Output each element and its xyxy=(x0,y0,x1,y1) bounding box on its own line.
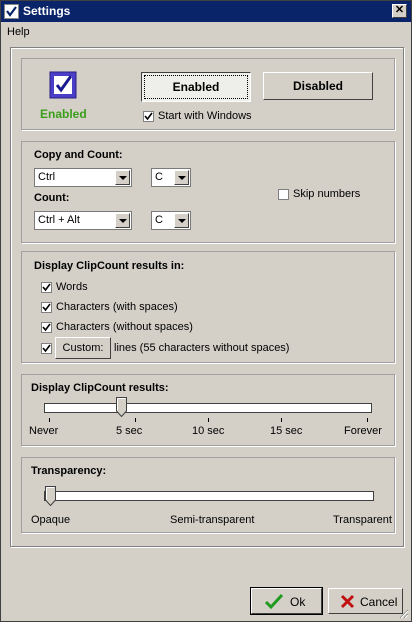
words-label: Words xyxy=(56,281,88,293)
settings-panel: Enabled Enabled Disabled Start with Wind… xyxy=(10,47,404,547)
copy-key-value: C xyxy=(155,171,163,183)
duration-tick-label: Never xyxy=(29,425,59,437)
skip-numbers-checkbox[interactable] xyxy=(278,189,289,200)
status-group: Enabled Enabled Disabled Start with Wind… xyxy=(21,58,395,130)
transparency-title: Transparency: xyxy=(31,465,107,477)
close-button[interactable]: ✕ xyxy=(392,4,407,18)
ok-button[interactable]: Ok xyxy=(250,587,323,615)
chevron-down-icon[interactable] xyxy=(174,213,189,228)
duration-tick xyxy=(134,418,136,422)
x-icon xyxy=(340,594,355,612)
settings-window: Settings ✕ Help Enabled Enabled Disabled… xyxy=(0,0,412,622)
count-title: Count: xyxy=(34,192,70,204)
duration-tick xyxy=(208,418,209,422)
display-in-title: Display ClipCount results in: xyxy=(34,260,185,272)
app-icon xyxy=(4,4,19,19)
chevron-down-icon[interactable] xyxy=(174,170,189,185)
duration-tick-label: 5 sec xyxy=(116,425,143,437)
transparency-slider-thumb[interactable] xyxy=(45,486,56,507)
duration-tick-label: Forever xyxy=(344,425,382,437)
chevron-down-icon[interactable] xyxy=(115,170,130,185)
resize-grip[interactable] xyxy=(397,607,409,619)
copy-key-select[interactable]: C xyxy=(151,168,191,187)
chars-with-spaces-checkbox[interactable] xyxy=(41,302,52,313)
transparency-slider-track[interactable] xyxy=(44,491,374,501)
count-modifier-select[interactable]: Ctrl + Alt xyxy=(34,211,132,230)
count-key-value: C xyxy=(155,214,163,226)
copy-modifier-select[interactable]: Ctrl xyxy=(34,168,132,187)
display-in-group: Display ClipCount results in: Words Char… xyxy=(21,251,395,363)
duration-slider-thumb[interactable] xyxy=(115,397,127,418)
clipboard-check-icon xyxy=(48,70,78,100)
chars-without-spaces-checkbox[interactable] xyxy=(41,322,52,333)
custom-button[interactable]: Custom: xyxy=(55,337,111,359)
copy-modifier-value: Ctrl xyxy=(38,171,56,183)
status-state-label: Enabled xyxy=(40,107,87,121)
transparent-label: Transparent xyxy=(333,514,392,526)
semi-transparent-label: Semi-transparent xyxy=(170,514,255,526)
skip-numbers-label: Skip numbers xyxy=(293,188,361,200)
duration-tick-label: 10 sec xyxy=(192,425,225,437)
duration-tick xyxy=(367,418,368,422)
duration-tick xyxy=(281,418,283,422)
window-title: Settings xyxy=(23,4,71,18)
duration-title: Display ClipCount results: xyxy=(31,382,169,394)
menu-help[interactable]: Help xyxy=(7,26,30,38)
start-with-windows-checkbox[interactable] xyxy=(143,111,154,122)
duration-group: Display ClipCount results: Never 5 sec 10 … xyxy=(21,374,395,446)
ok-label: Ok xyxy=(290,595,306,609)
transparency-group: Transparency: Opaque Semi-transparent Tr… xyxy=(21,457,395,533)
menu-bar: Help xyxy=(1,23,411,41)
chars-with-spaces-label: Characters (with spaces) xyxy=(56,301,178,313)
custom-lines-label: lines (55 characters without spaces) xyxy=(114,342,290,354)
hotkey-group: Copy and Count: Ctrl C Count: Ctrl + Alt… xyxy=(21,141,395,243)
chars-without-spaces-label: Characters (without spaces) xyxy=(56,321,193,333)
title-bar: Settings ✕ xyxy=(1,1,411,22)
opaque-label: Opaque xyxy=(31,514,71,526)
duration-slider-track[interactable] xyxy=(44,403,372,413)
duration-tick-label: 15 sec xyxy=(270,425,303,437)
cancel-label: Cancel xyxy=(360,595,398,609)
checkmark-icon xyxy=(264,593,284,613)
cancel-button[interactable]: Cancel xyxy=(328,588,403,614)
disabled-button[interactable]: Disabled xyxy=(263,72,373,100)
count-key-select[interactable]: C xyxy=(151,211,191,230)
start-with-windows-label: Start with Windows xyxy=(158,110,252,122)
copy-count-title: Copy and Count: xyxy=(34,149,123,161)
custom-lines-checkbox[interactable] xyxy=(41,343,52,354)
words-checkbox[interactable] xyxy=(41,282,52,293)
count-modifier-value: Ctrl + Alt xyxy=(38,214,80,226)
duration-tick xyxy=(49,418,50,422)
chevron-down-icon[interactable] xyxy=(115,213,130,228)
enabled-button[interactable]: Enabled xyxy=(141,72,251,102)
